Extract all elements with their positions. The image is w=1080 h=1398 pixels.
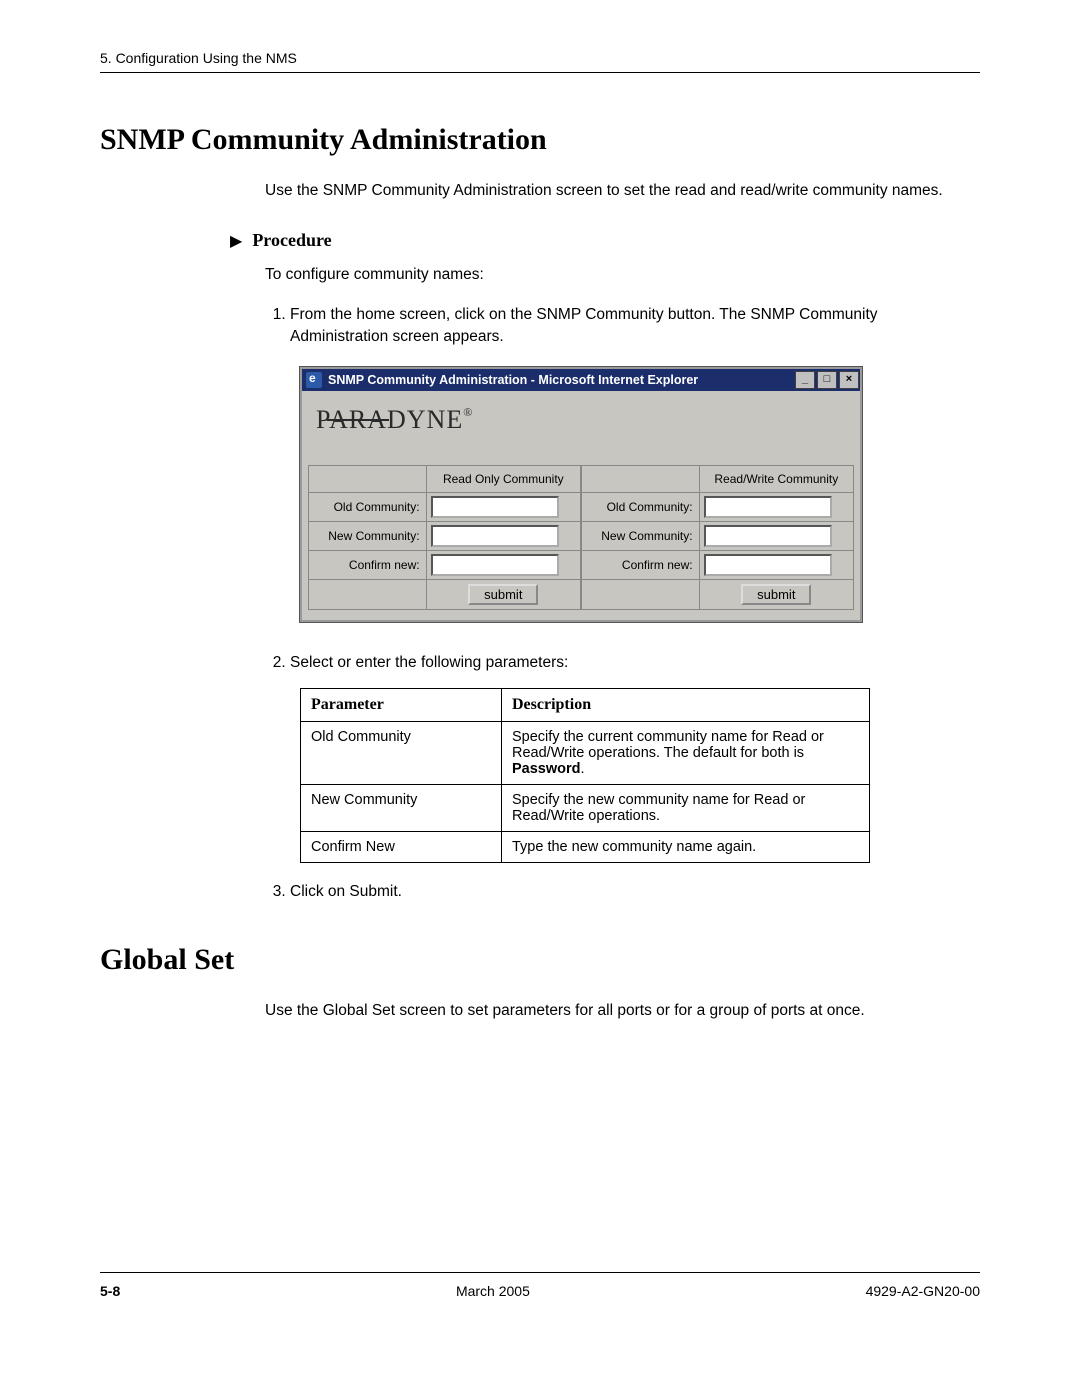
old-community-label-left: Old Community:: [309, 493, 427, 522]
close-button[interactable]: ×: [839, 371, 859, 389]
confirm-new-input-right[interactable]: [704, 554, 832, 576]
confirm-new-input-left[interactable]: [431, 554, 559, 576]
minimize-button[interactable]: _: [795, 371, 815, 389]
read-write-form: Read/Write Community Old Community: New …: [581, 465, 854, 610]
old-community-input-left[interactable]: [431, 496, 559, 518]
step-1: From the home screen, click on the SNMP …: [290, 304, 960, 347]
window-titlebar: SNMP Community Administration - Microsof…: [302, 369, 860, 391]
new-community-label-left: New Community:: [309, 522, 427, 551]
step-2: Select or enter the following parameters…: [290, 652, 960, 674]
page-number: 5-8: [100, 1283, 120, 1299]
window-title: SNMP Community Administration - Microsof…: [328, 373, 794, 387]
procedure-label: Procedure: [252, 230, 331, 251]
table-row: New Community Specify the new community …: [301, 784, 870, 831]
ie-icon: [306, 372, 322, 388]
section-title-snmp: SNMP Community Administration: [100, 123, 980, 157]
triangle-icon: ▶: [230, 231, 242, 251]
old-community-input-right[interactable]: [704, 496, 832, 518]
header-rule: [100, 72, 980, 73]
old-community-label-right: Old Community:: [582, 493, 700, 522]
paradyne-logo: PARADYNE®: [316, 405, 473, 435]
section-intro: Use the SNMP Community Administration sc…: [265, 181, 980, 202]
page-footer: 5-8 March 2005 4929-A2-GN20-00: [100, 1272, 980, 1299]
read-only-form: Read Only Community Old Community: New C…: [308, 465, 581, 610]
param-col-header: Parameter: [301, 688, 502, 721]
confirm-new-label-left: Confirm new:: [309, 551, 427, 580]
running-header: 5. Configuration Using the NMS: [100, 50, 980, 66]
screenshot-window: SNMP Community Administration - Microsof…: [300, 367, 862, 622]
desc-cell: Type the new community name again.: [502, 831, 870, 862]
footer-docid: 4929-A2-GN20-00: [866, 1283, 980, 1299]
table-row: Confirm New Type the new community name …: [301, 831, 870, 862]
desc-cell: Specify the current community name for R…: [502, 721, 870, 784]
read-write-header: Read/Write Community: [699, 466, 853, 493]
new-community-input-left[interactable]: [431, 525, 559, 547]
confirm-new-label-right: Confirm new:: [582, 551, 700, 580]
new-community-input-right[interactable]: [704, 525, 832, 547]
param-cell: Confirm New: [301, 831, 502, 862]
section-title-globalset: Global Set: [100, 943, 980, 977]
maximize-button[interactable]: □: [817, 371, 837, 389]
table-row: Old Community Specify the current commun…: [301, 721, 870, 784]
step-3: Click on Submit.: [290, 881, 960, 903]
desc-cell: Specify the new community name for Read …: [502, 784, 870, 831]
submit-button-left[interactable]: submit: [468, 584, 538, 605]
parameter-table: Parameter Description Old Community Spec…: [300, 688, 870, 863]
procedure-heading: ▶ Procedure: [230, 230, 980, 251]
param-cell: New Community: [301, 784, 502, 831]
param-cell: Old Community: [301, 721, 502, 784]
globalset-intro: Use the Global Set screen to set paramet…: [265, 1001, 980, 1022]
new-community-label-right: New Community:: [582, 522, 700, 551]
footer-date: March 2005: [456, 1283, 530, 1299]
submit-button-right[interactable]: submit: [741, 584, 811, 605]
read-only-header: Read Only Community: [426, 466, 580, 493]
procedure-lead: To configure community names:: [265, 265, 980, 286]
desc-col-header: Description: [502, 688, 870, 721]
